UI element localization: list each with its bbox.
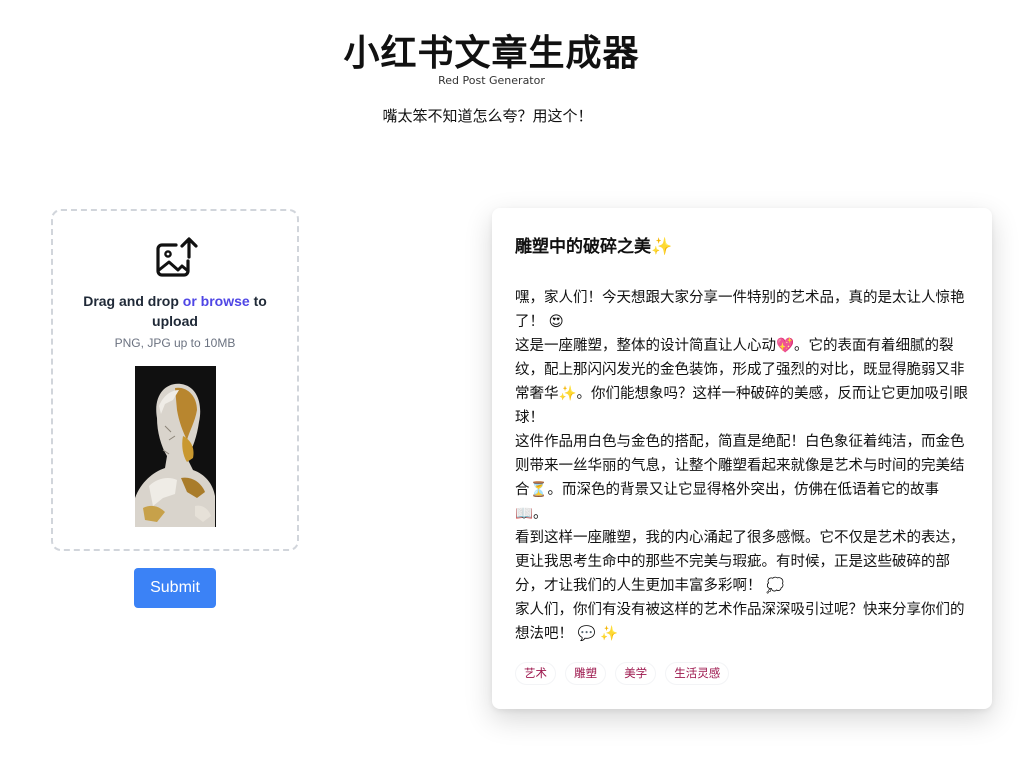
post-title: 雕塑中的破碎之美✨	[515, 237, 673, 257]
post-paragraph: 看到这样一座雕塑，我的内心涌起了很多感慨。它不仅是艺术的表达，更让我思考生命中的…	[515, 530, 965, 594]
image-upload-icon	[156, 237, 198, 277]
post-paragraph: 这是一座雕塑，整体的设计简直让人心动💖。它的表面有着细腻的裂纹，配上那闪闪发光的…	[515, 338, 969, 426]
page-subtitle: Red Post Generator	[438, 74, 545, 87]
tag-chip[interactable]: 美学	[615, 662, 657, 685]
generated-post-card: 雕塑中的破碎之美✨ 嘿，家人们！今天想跟大家分享一件特别的艺术品，真的是太让人惊…	[492, 208, 992, 709]
drag-drop-label: Drag and drop	[83, 293, 179, 309]
tag-chip[interactable]: 艺术	[515, 662, 556, 685]
page-title: 小红书文章生成器	[343, 33, 640, 74]
tag-chip[interactable]: 生活灵感	[665, 662, 730, 685]
post-paragraph: 家人们，你们有没有被这样的艺术作品深深吸引过呢？快来分享你们的想法吧！ 💬 ✨	[515, 602, 965, 642]
upload-dropzone[interactable]: Drag and drop or browse to upload PNG, J…	[51, 209, 299, 551]
tag-chip[interactable]: 雕塑	[565, 662, 607, 685]
submit-button[interactable]: Submit	[134, 568, 216, 608]
uploaded-image-preview	[135, 366, 216, 527]
page-tagline: 嘴太笨不知道怎么夸？用这个！	[382, 107, 593, 125]
sculpture-image	[135, 366, 216, 527]
post-paragraph: 这件作品用白色与金色的搭配，简直是绝配！白色象征着纯洁，而金色则带来一丝华丽的气…	[515, 434, 965, 522]
post-paragraph: 嘿，家人们！今天想跟大家分享一件特别的艺术品，真的是太让人惊艳了！ 😍	[515, 290, 965, 330]
upload-instructions: Drag and drop or browse to upload	[73, 291, 277, 331]
post-tags: 艺术 雕塑 美学 生活灵感	[515, 662, 975, 686]
browse-link[interactable]: or browse	[183, 293, 250, 309]
file-type-hint: PNG, JPG up to 10MB	[114, 336, 236, 350]
post-body: 嘿，家人们！今天想跟大家分享一件特别的艺术品，真的是太让人惊艳了！ 😍 这是一座…	[515, 286, 970, 646]
